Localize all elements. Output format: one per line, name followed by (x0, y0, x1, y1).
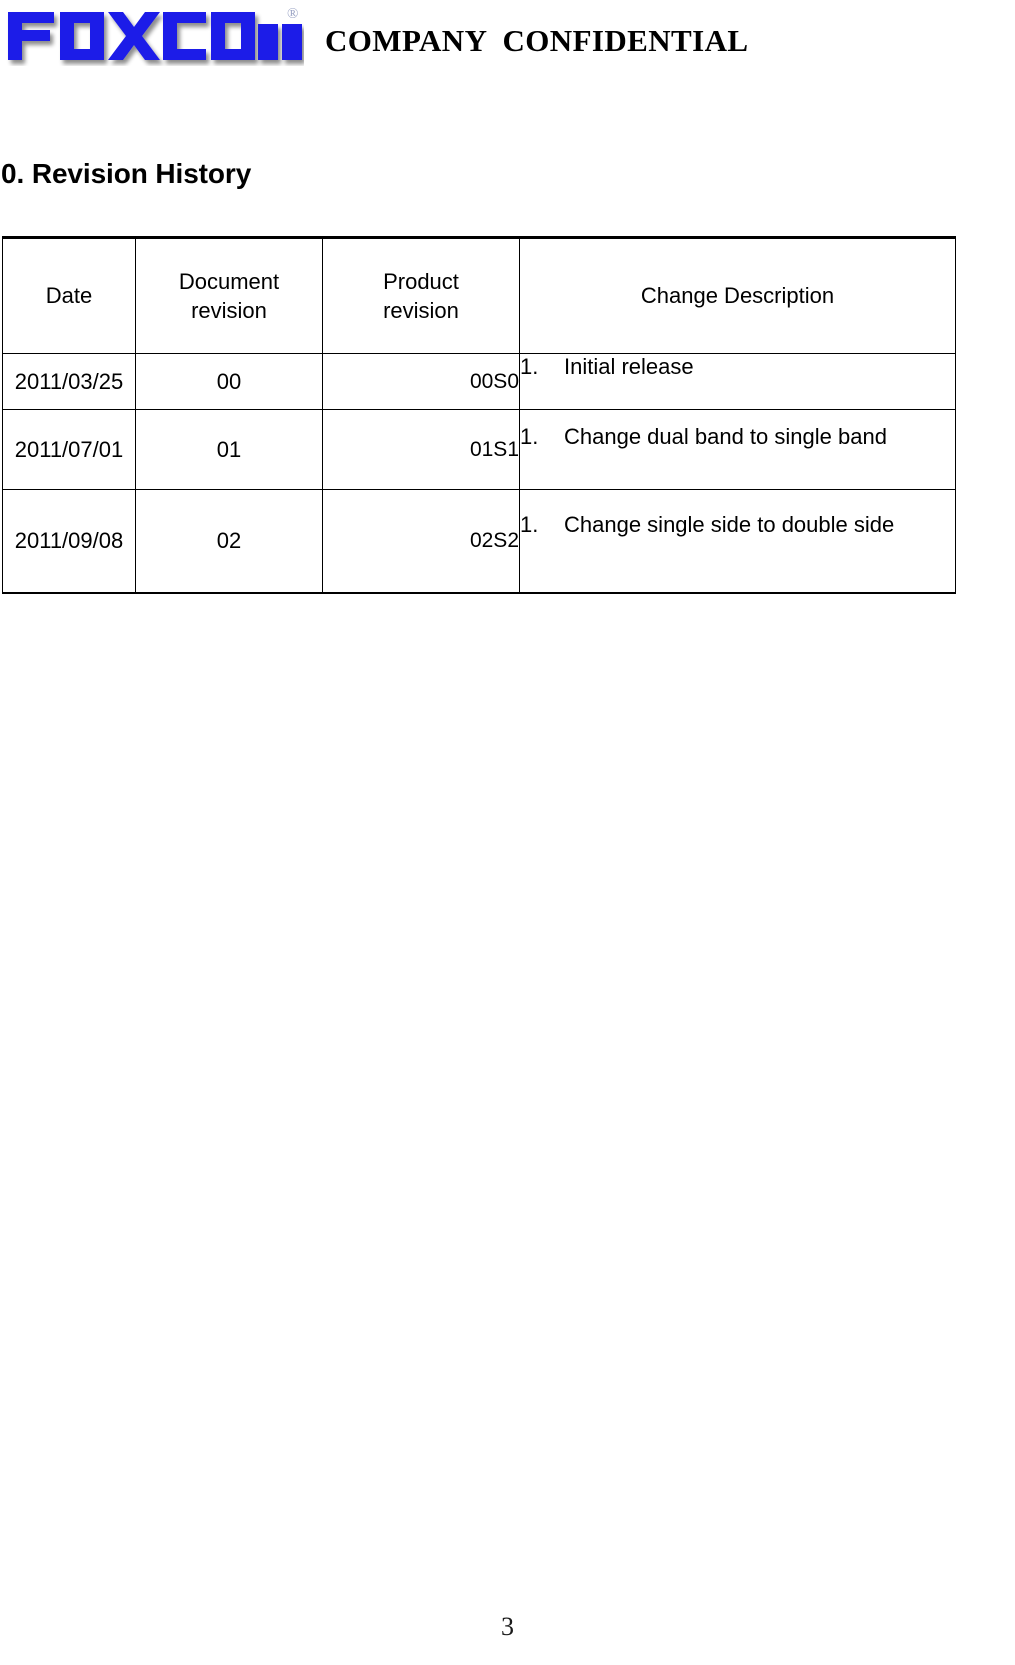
table-row: 2011/09/08 02 02S2 1. Change single side… (2, 489, 956, 594)
cell-product-revision: 01S1 (322, 409, 520, 490)
company-confidential-title: COMPANY CONFIDENTIAL (325, 23, 749, 58)
change-item-text: Initial release (564, 354, 694, 379)
table-header: Date Document revision Product revision … (2, 236, 956, 354)
change-item-text: Change single side to double side (564, 512, 895, 537)
cell-date: 2011/03/25 (2, 353, 136, 410)
page-number: 3 (501, 1612, 514, 1641)
column-header-document-revision: Document revision (135, 236, 323, 354)
cell-document-revision: 01 (135, 409, 323, 490)
revision-history-table: Date Document revision Product revision … (2, 236, 956, 594)
column-header-document-revision-line2: revision (191, 298, 267, 323)
cell-change-description: 1. Change dual band to single band (519, 409, 956, 490)
column-header-change-description-line1: Change Description (640, 283, 835, 309)
cell-change-description: 1. Change single side to double side (519, 489, 956, 594)
cell-date: 2011/07/01 (2, 409, 136, 490)
change-item-number: 1. (520, 512, 539, 537)
cell-product-revision: 00S0 (322, 353, 520, 410)
column-header-date: Date (2, 236, 136, 354)
table-header-row: Date Document revision Product revision … (2, 236, 956, 354)
cell-change-description: 1. Initial release (519, 353, 956, 410)
column-header-date-line1: Date (45, 283, 93, 309)
cell-document-revision: 00 (135, 353, 323, 410)
registered-trademark-icon: ® (287, 6, 298, 22)
table-row: 2011/07/01 01 01S1 1. Change dual band t… (2, 409, 956, 490)
column-header-product-revision-line1: Product (383, 268, 459, 294)
foxconn-logo: ® (4, 4, 304, 66)
column-header-product-revision: Product revision (322, 236, 520, 354)
cell-product-revision: 02S2 (322, 489, 520, 594)
table-row: 2011/03/25 00 00S0 1. Initial release (2, 353, 956, 410)
change-item-number: 1. (520, 354, 539, 379)
page-title: 0. Revision History (1, 158, 252, 189)
change-item-number: 1. (520, 424, 539, 449)
revision-history-table-container: Date Document revision Product revision … (2, 236, 956, 594)
cell-date: 2011/09/08 (2, 489, 136, 594)
page-header: ® COMPANY CONFIDENTIAL (0, 0, 1015, 100)
cell-document-revision: 02 (135, 489, 323, 594)
table-body: 2011/03/25 00 00S0 1. Initial release 20… (2, 353, 956, 594)
column-header-document-revision-line1: Document (178, 268, 280, 294)
column-header-change-description: Change Description (519, 236, 956, 354)
column-header-product-revision-line2: revision (383, 298, 459, 323)
change-item-text: Change dual band to single band (564, 424, 887, 449)
